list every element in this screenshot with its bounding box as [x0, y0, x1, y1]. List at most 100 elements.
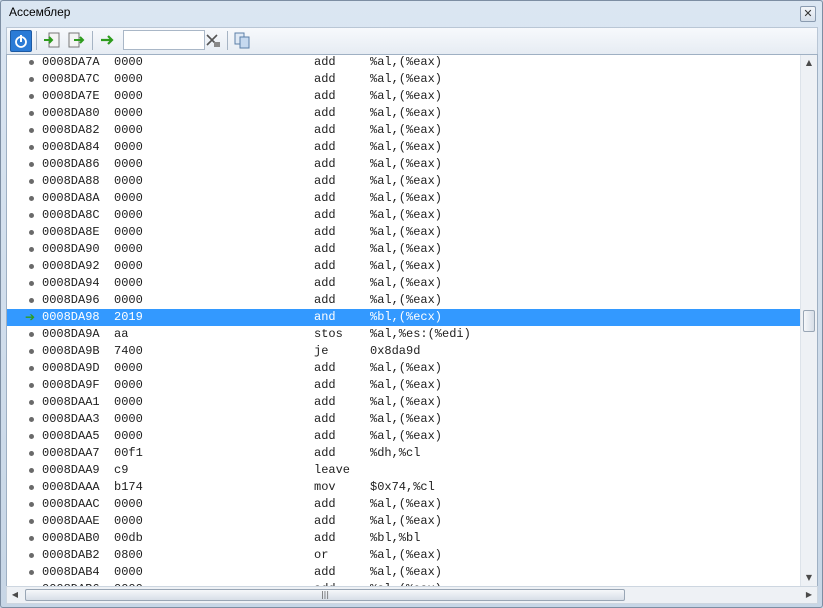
operands-cell: %al,(%eax): [370, 106, 443, 120]
operands-cell: %al,(%eax): [370, 548, 443, 562]
breakpoint-dot-icon[interactable]: [29, 485, 34, 490]
address-cell: 0008DA8A: [42, 191, 100, 205]
breakpoint-dot-icon[interactable]: [29, 553, 34, 558]
breakpoint-dot-icon[interactable]: [29, 179, 34, 184]
breakpoint-dot-icon[interactable]: [29, 519, 34, 524]
breakpoint-dot-icon[interactable]: [29, 383, 34, 388]
green-arrow-icon[interactable]: [98, 30, 118, 50]
breakpoint-dot-icon[interactable]: [29, 60, 34, 65]
vertical-scrollbar[interactable]: ▲ ▼: [800, 55, 817, 586]
current-arrow-icon[interactable]: ➔: [25, 309, 39, 326]
breakpoint-dot-icon[interactable]: [29, 332, 34, 337]
breakpoint-dot-icon[interactable]: [29, 213, 34, 218]
breakpoint-dot-icon[interactable]: [29, 349, 34, 354]
opcode-cell: 0000: [114, 242, 143, 256]
instruction-row[interactable]: 0008DAA3 0000 add %al,(%eax): [7, 411, 800, 428]
breakpoint-dot-icon[interactable]: [29, 366, 34, 371]
instruction-row[interactable]: 0008DAAC 0000 add %al,(%eax): [7, 496, 800, 513]
power-icon[interactable]: [10, 30, 32, 52]
breakpoint-dot-icon[interactable]: [29, 298, 34, 303]
operands-cell: %dh,%cl: [370, 446, 421, 460]
instruction-row[interactable]: 0008DA9F 0000 add %al,(%eax): [7, 377, 800, 394]
instruction-row[interactable]: 0008DA9A aa stos %al,%es:(%edi): [7, 326, 800, 343]
address-cell: 0008DA90: [42, 242, 100, 256]
copy-icon[interactable]: [232, 30, 252, 50]
opcode-cell: 0000: [114, 429, 143, 443]
operands-cell: %al,(%eax): [370, 242, 443, 256]
instruction-row[interactable]: 0008DA88 0000 add %al,(%eax): [7, 173, 800, 190]
toolbar-separator: [36, 31, 37, 50]
opcode-cell: 0000: [114, 361, 143, 375]
instruction-row[interactable]: 0008DA7C 0000 add %al,(%eax): [7, 71, 800, 88]
breakpoint-dot-icon[interactable]: [29, 94, 34, 99]
assembler-window: Ассемблер ✕ 0008DA7A 0000 add %al,(%eax)…: [0, 0, 823, 608]
instruction-row[interactable]: 0008DAB4 0000 add %al,(%eax): [7, 564, 800, 581]
instruction-row[interactable]: 0008DA80 0000 add %al,(%eax): [7, 105, 800, 122]
disassembly-listing[interactable]: 0008DA7A 0000 add %al,(%eax) 0008DA7C 0000 add…: [6, 54, 818, 587]
instruction-row[interactable]: 0008DA8C 0000 add %al,(%eax): [7, 207, 800, 224]
breakpoint-dot-icon[interactable]: [29, 77, 34, 82]
breakpoint-dot-icon[interactable]: [29, 570, 34, 575]
scroll-up-icon[interactable]: ▲: [801, 55, 817, 71]
breakpoint-dot-icon[interactable]: [29, 264, 34, 269]
instruction-row[interactable]: 0008DA7A 0000 add %al,(%eax): [7, 55, 800, 71]
breakpoint-dot-icon[interactable]: [29, 128, 34, 133]
breakpoint-dot-icon[interactable]: [29, 281, 34, 286]
step-over-icon[interactable]: [66, 30, 86, 50]
instruction-row[interactable]: 0008DA94 0000 add %al,(%eax): [7, 275, 800, 292]
instruction-row[interactable]: 0008DA9B 7400 je 0x8da9d: [7, 343, 800, 360]
instruction-row[interactable]: 0008DA8E 0000 add %al,(%eax): [7, 224, 800, 241]
instruction-row[interactable]: 0008DA96 0000 add %al,(%eax): [7, 292, 800, 309]
opcode-cell: 0000: [114, 174, 143, 188]
address-cell: 0008DA7C: [42, 72, 100, 86]
clear-icon[interactable]: [203, 30, 223, 50]
breakpoint-dot-icon[interactable]: [29, 451, 34, 456]
breakpoint-dot-icon[interactable]: [29, 111, 34, 116]
goto-address-input[interactable]: [123, 30, 205, 50]
breakpoint-dot-icon[interactable]: [29, 536, 34, 541]
mnemonic-cell: add: [314, 412, 336, 426]
instruction-row[interactable]: 0008DAA1 0000 add %al,(%eax): [7, 394, 800, 411]
mnemonic-cell: add: [314, 276, 336, 290]
breakpoint-dot-icon[interactable]: [29, 434, 34, 439]
breakpoint-dot-icon[interactable]: [29, 145, 34, 150]
scroll-left-icon[interactable]: ◀: [7, 587, 23, 603]
scroll-right-icon[interactable]: ▶: [801, 587, 817, 603]
opcode-cell: 0000: [114, 157, 143, 171]
breakpoint-dot-icon[interactable]: [29, 247, 34, 252]
current-instruction-row[interactable]: ➔ 0008DA98 2019 and %bl,(%ecx): [7, 309, 800, 326]
breakpoint-dot-icon[interactable]: [29, 417, 34, 422]
instruction-row[interactable]: 0008DAAA b174 mov $0x74,%cl: [7, 479, 800, 496]
instruction-row[interactable]: 0008DAA7 00f1 add %dh,%cl: [7, 445, 800, 462]
instruction-row[interactable]: 0008DAAE 0000 add %al,(%eax): [7, 513, 800, 530]
breakpoint-dot-icon[interactable]: [29, 162, 34, 167]
toolbar: [6, 27, 818, 55]
breakpoint-dot-icon[interactable]: [29, 230, 34, 235]
scroll-down-icon[interactable]: ▼: [801, 570, 817, 586]
breakpoint-dot-icon[interactable]: [29, 196, 34, 201]
instruction-row[interactable]: 0008DA90 0000 add %al,(%eax): [7, 241, 800, 258]
horizontal-scroll-thumb[interactable]: |||: [25, 589, 625, 601]
breakpoint-dot-icon[interactable]: [29, 502, 34, 507]
vertical-scroll-thumb[interactable]: [803, 310, 815, 332]
instruction-row[interactable]: 0008DA9D 0000 add %al,(%eax): [7, 360, 800, 377]
breakpoint-dot-icon[interactable]: [29, 468, 34, 473]
instruction-row[interactable]: 0008DA92 0000 add %al,(%eax): [7, 258, 800, 275]
step-into-icon[interactable]: [42, 30, 62, 50]
opcode-cell: 0000: [114, 412, 143, 426]
instruction-row[interactable]: 0008DAA5 0000 add %al,(%eax): [7, 428, 800, 445]
instruction-row[interactable]: 0008DAB0 00db add %bl,%bl: [7, 530, 800, 547]
instruction-row[interactable]: 0008DA82 0000 add %al,(%eax): [7, 122, 800, 139]
instruction-row[interactable]: 0008DAA9 c9 leave: [7, 462, 800, 479]
breakpoint-dot-icon[interactable]: [29, 400, 34, 405]
close-button[interactable]: ✕: [800, 6, 816, 22]
mnemonic-cell: add: [314, 242, 336, 256]
title-bar[interactable]: Ассемблер ✕: [1, 1, 822, 25]
instruction-row[interactable]: 0008DA84 0000 add %al,(%eax): [7, 139, 800, 156]
instruction-row[interactable]: 0008DA7E 0000 add %al,(%eax): [7, 88, 800, 105]
instruction-row[interactable]: 0008DA86 0000 add %al,(%eax): [7, 156, 800, 173]
horizontal-scrollbar[interactable]: ◀ ||| ▶: [6, 586, 818, 604]
instruction-row[interactable]: 0008DAB2 0800 or %al,(%eax): [7, 547, 800, 564]
operands-cell: %al,(%eax): [370, 565, 443, 579]
instruction-row[interactable]: 0008DA8A 0000 add %al,(%eax): [7, 190, 800, 207]
